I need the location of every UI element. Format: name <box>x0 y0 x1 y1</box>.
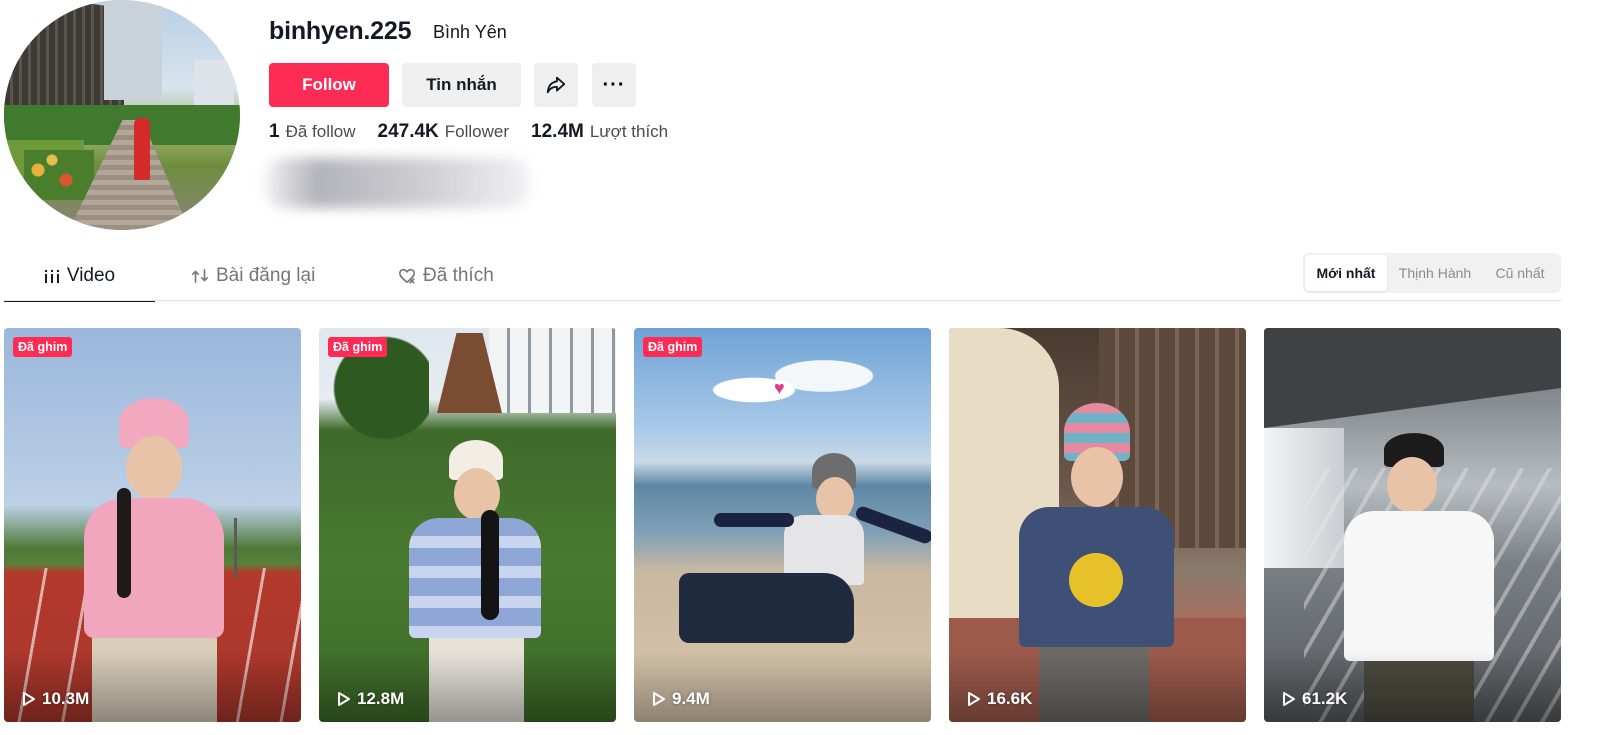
avatar-scene-person <box>134 118 150 180</box>
more-dots-icon: ··· <box>602 73 626 96</box>
stat-followers-label: Follower <box>444 122 510 141</box>
tab-video[interactable]: Video <box>4 252 155 302</box>
stat-followers[interactable]: 247.4K Follower <box>378 121 510 143</box>
play-icon <box>1282 691 1296 707</box>
video-views-count: 10.3M <box>42 689 90 708</box>
video-card[interactable]: 16.6K <box>949 328 1246 722</box>
video-card[interactable]: 61.2K <box>1264 328 1561 722</box>
tab-video-label: Video <box>66 265 116 286</box>
avatar-scene-flowers <box>24 150 94 200</box>
scene-ceiling <box>1264 328 1561 428</box>
video-views-count: 12.8M <box>357 689 405 708</box>
video-shade <box>4 652 301 722</box>
stat-following-value: 1 <box>269 121 280 142</box>
sort-option-popular[interactable]: Thịnh Hành <box>1387 255 1483 291</box>
video-views: 61.2K <box>1282 689 1347 709</box>
profile-nickname: Bình Yên <box>433 22 507 42</box>
sort-control: Mới nhất Thịnh Hành Cũ nhất <box>1303 253 1561 293</box>
sort-option-oldest[interactable]: Cũ nhất <box>1483 255 1557 291</box>
repost-icon <box>191 267 209 285</box>
video-thumbnail-person <box>644 453 931 653</box>
video-card[interactable]: ♥ Đã ghim 9.4M <box>634 328 931 722</box>
video-shade <box>949 652 1246 722</box>
profile-username: binhyen.225 <box>269 17 412 45</box>
tab-reposts-label: Bài đăng lại <box>216 265 316 286</box>
pinned-badge: Đã ghim <box>643 337 703 357</box>
tabs-divider <box>4 300 1562 301</box>
stat-following-label: Đã follow <box>285 122 356 141</box>
stat-likes-value: 12.4M <box>531 121 584 142</box>
profile-bio-blurred <box>264 158 530 208</box>
video-grid: Đã ghim 10.3M Đã ghim 12.8M ♥ Đã ghim 9.… <box>4 328 1562 735</box>
follow-button[interactable]: Follow <box>269 63 389 107</box>
heart-emoji-icon: ♥ <box>774 378 785 398</box>
video-card[interactable]: Đã ghim 10.3M <box>4 328 301 722</box>
stat-likes: 12.4M Lượt thích <box>531 121 668 143</box>
stat-followers-value: 247.4K <box>377 121 439 142</box>
profile-tabs: Video Bài đăng lại Đã thích <box>4 252 598 302</box>
stat-following[interactable]: 1 Đã follow <box>269 121 356 143</box>
avatar-scene-tower <box>104 0 162 100</box>
video-views-count: 9.4M <box>672 689 710 708</box>
video-views-count: 61.2K <box>1302 689 1348 708</box>
grid-bars-icon <box>44 268 60 284</box>
more-options-button[interactable]: ··· <box>592 63 636 107</box>
video-views-count: 16.6K <box>987 689 1033 708</box>
video-views: 12.8M <box>337 689 404 709</box>
tab-liked-label: Đã thích <box>423 265 494 286</box>
stat-likes-label: Lượt thích <box>589 122 669 141</box>
scene-cloud <box>694 348 894 418</box>
message-button[interactable]: Tin nhắn <box>402 63 521 107</box>
profile-stats: 1 Đã follow 247.4K Follower 12.4M Lượt t… <box>269 121 690 143</box>
video-views: 9.4M <box>652 689 710 709</box>
scene-building <box>489 328 616 413</box>
video-views: 10.3M <box>22 689 89 709</box>
sort-option-newest[interactable]: Mới nhất <box>1305 255 1387 291</box>
tab-reposts[interactable]: Bài đăng lại <box>155 252 398 300</box>
video-views: 16.6K <box>967 689 1032 709</box>
tab-liked[interactable]: Đã thích <box>398 252 598 300</box>
video-card[interactable]: Đã ghim 12.8M <box>319 328 616 722</box>
pinned-badge: Đã ghim <box>328 337 388 357</box>
pinned-badge: Đã ghim <box>13 337 73 357</box>
video-shade <box>634 652 931 722</box>
share-button[interactable] <box>534 63 578 107</box>
video-shade <box>1264 652 1561 722</box>
video-shade <box>319 652 616 722</box>
share-arrow-icon <box>545 74 567 96</box>
profile-avatar[interactable] <box>4 0 240 230</box>
play-icon <box>652 691 666 707</box>
liked-heart-icon <box>398 267 416 285</box>
play-icon <box>22 691 36 707</box>
play-icon <box>967 691 981 707</box>
scene-pole <box>234 518 237 578</box>
play-icon <box>337 691 351 707</box>
